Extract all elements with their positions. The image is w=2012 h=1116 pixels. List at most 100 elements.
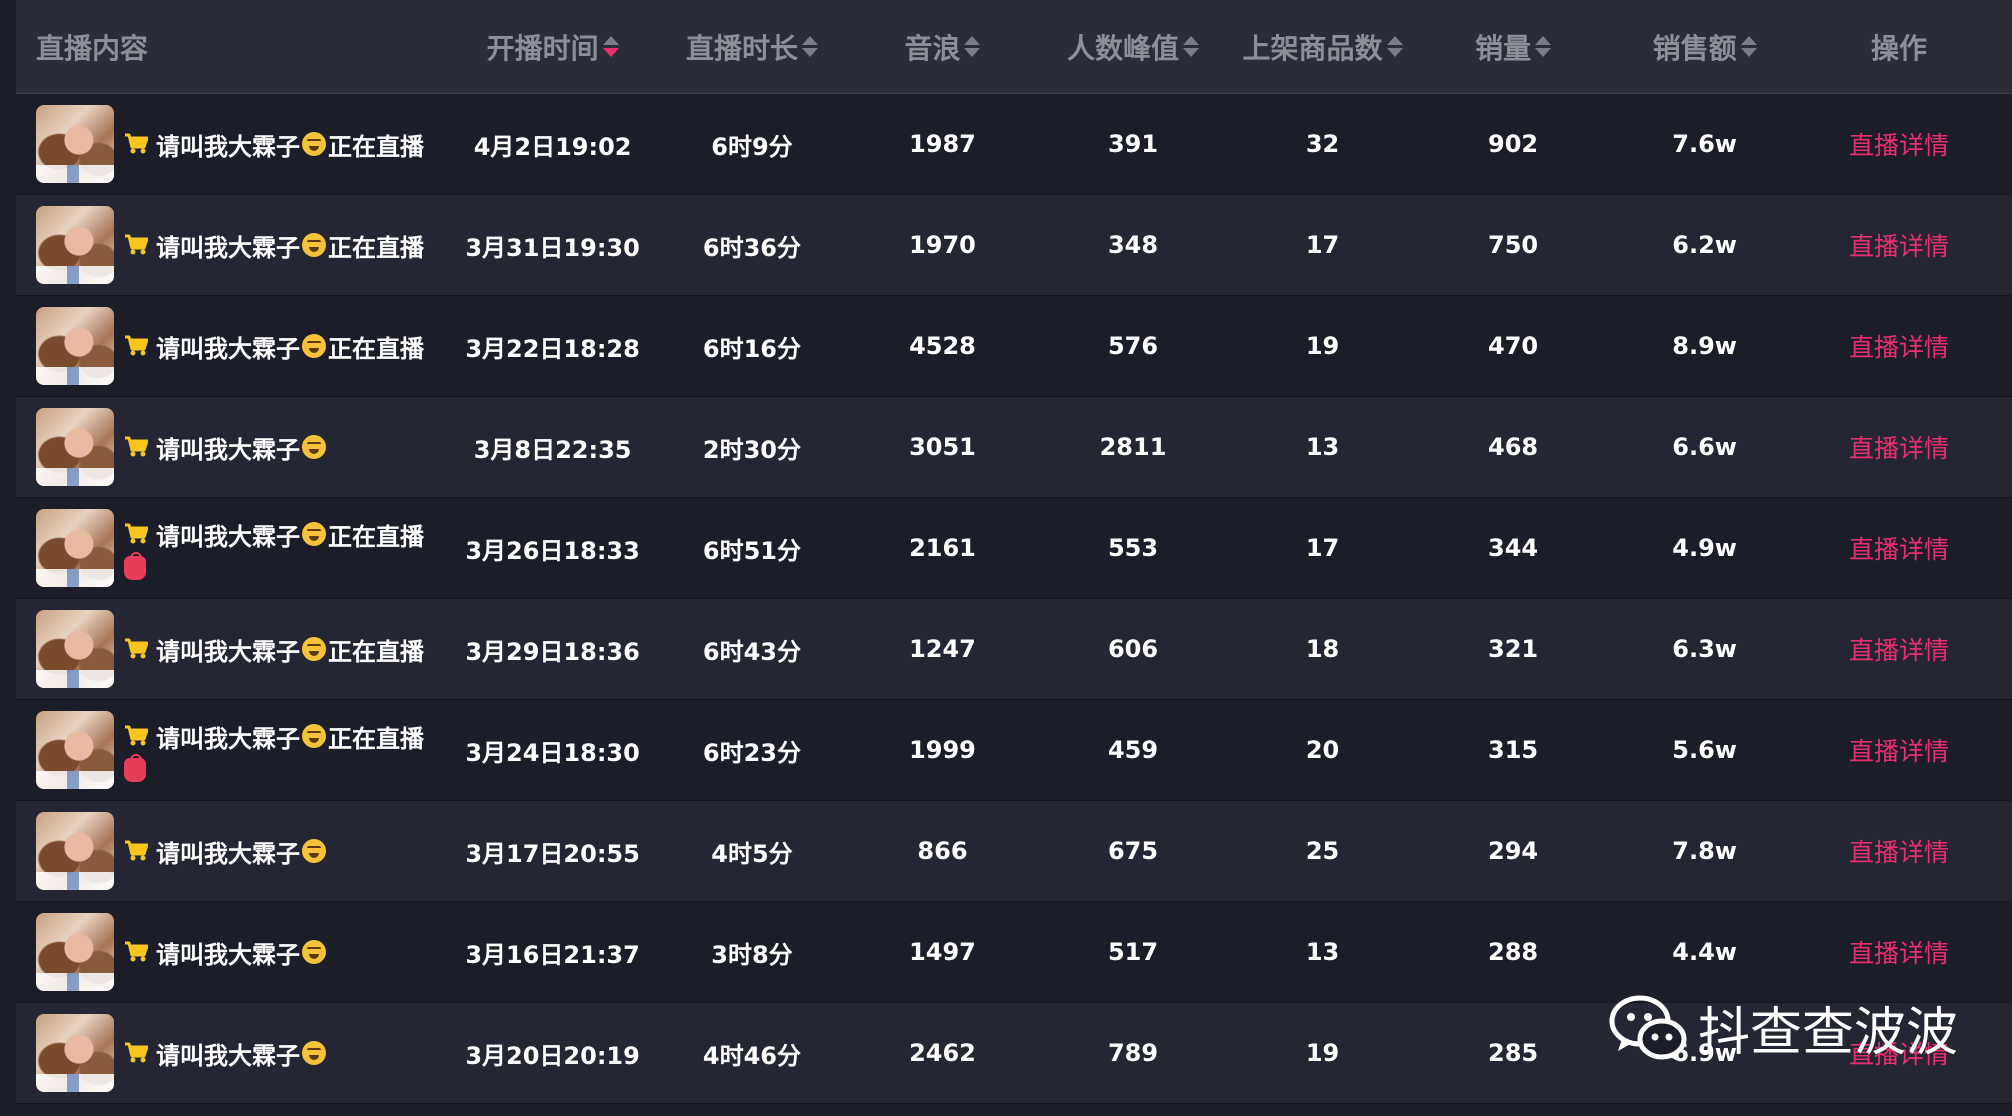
start-time: 3月31日19:30 (465, 233, 640, 262)
stream-content[interactable]: 请叫我大霖子 正在直播 (16, 610, 462, 688)
sound-wave: 1970 (909, 231, 976, 259)
table-row: 请叫我大霖子 正在直播 3月26日18:33 6时51分 2161 553 17 344 4.9… (16, 498, 2012, 599)
sort-arrows-icon[interactable] (602, 36, 619, 57)
revenue: 8.9w (1672, 332, 1737, 360)
stream-detail-link[interactable]: 直播详情 (1849, 631, 1949, 667)
stream-title[interactable]: 请叫我大霖子 (156, 517, 300, 552)
avatar[interactable] (36, 913, 114, 991)
product-count: 20 (1305, 736, 1340, 764)
stream-detail-link[interactable]: 直播详情 (1849, 530, 1949, 566)
laughing-emoji-icon (302, 637, 326, 661)
avatar[interactable] (36, 711, 114, 789)
stream-detail-link[interactable]: 直播详情 (1849, 732, 1949, 768)
start-time: 4月2日19:02 (473, 132, 632, 161)
shopping-cart-icon (125, 234, 148, 255)
stream-detail-link[interactable]: 直播详情 (1849, 429, 1949, 465)
sales-count: 902 (1488, 130, 1539, 158)
stream-title[interactable]: 请叫我大霖子 (156, 719, 300, 754)
sound-wave: 1999 (909, 736, 976, 764)
shopping-cart-icon (125, 436, 148, 457)
table-row: 请叫我大霖子 正在直播 4月2日19:02 6时9分 1987 391 32 902 7.6w 直… (16, 94, 2012, 195)
start-time: 3月17日20:55 (465, 839, 640, 868)
duration: 6时36分 (702, 233, 801, 262)
stream-content[interactable]: 请叫我大霖子 正在直播 (16, 105, 462, 183)
header-sales[interactable]: 销量 (1403, 27, 1623, 67)
table-row: 请叫我大霖子 正在直播 3月22日18:28 6时16分 4528 576 19 470 8.9… (16, 296, 2012, 397)
product-count: 19 (1305, 1039, 1340, 1067)
avatar[interactable] (36, 408, 114, 486)
header-products[interactable]: 上架商品数 (1242, 27, 1403, 67)
header-action: 操作 (1871, 31, 1928, 65)
header-duration[interactable]: 直播时长 (643, 27, 861, 67)
sort-arrows-icon[interactable] (801, 36, 818, 57)
avatar[interactable] (36, 105, 114, 183)
peak-viewers: 675 (1107, 837, 1159, 865)
header-peak-viewers[interactable]: 人数峰值 (1024, 27, 1242, 67)
stream-title-block: 请叫我大霖子 (124, 1036, 328, 1071)
stream-content[interactable]: 请叫我大霖子 正在直播 (16, 206, 462, 284)
stream-title[interactable]: 请叫我大霖子 (156, 632, 300, 667)
avatar[interactable] (36, 206, 114, 284)
stream-title[interactable]: 请叫我大霖子 (156, 1036, 300, 1071)
stream-title-block: 请叫我大霖子 正在直播 (124, 127, 424, 162)
stream-detail-link[interactable]: 直播详情 (1849, 328, 1949, 364)
sound-wave: 3051 (909, 433, 976, 461)
sales-count: 750 (1488, 231, 1539, 259)
start-time: 3月24日18:30 (465, 738, 640, 767)
stream-title[interactable]: 请叫我大霖子 (156, 430, 300, 465)
stream-detail-link[interactable]: 直播详情 (1849, 833, 1949, 869)
stream-title[interactable]: 请叫我大霖子 (156, 228, 300, 263)
sort-arrows-icon[interactable] (1535, 36, 1552, 57)
stream-detail-link[interactable]: 直播详情 (1849, 126, 1949, 162)
avatar[interactable] (36, 1014, 114, 1092)
stream-content[interactable]: 请叫我大霖子 (16, 812, 462, 890)
stream-title[interactable]: 请叫我大霖子 (156, 935, 300, 970)
stream-title[interactable]: 请叫我大霖子 (156, 834, 300, 869)
laughing-emoji-icon (302, 724, 326, 748)
peak-viewers: 517 (1107, 938, 1159, 966)
avatar[interactable] (36, 307, 114, 385)
sales-count: 344 (1488, 534, 1539, 562)
product-count: 25 (1305, 837, 1340, 865)
sort-arrows-icon[interactable] (964, 36, 981, 57)
stream-title[interactable]: 请叫我大霖子 (156, 329, 300, 364)
revenue: 4.9w (1672, 534, 1737, 562)
stream-content[interactable]: 请叫我大霖子 正在直播 (16, 711, 462, 789)
peak-viewers: 459 (1107, 736, 1159, 764)
header-sound-wave[interactable]: 音浪 (861, 27, 1024, 67)
sort-arrows-icon[interactable] (1386, 36, 1403, 57)
stream-detail-link[interactable]: 直播详情 (1849, 934, 1949, 970)
product-count: 17 (1305, 231, 1340, 259)
sort-arrows-icon[interactable] (1183, 36, 1200, 57)
peak-viewers: 789 (1107, 1039, 1159, 1067)
laughing-emoji-icon (302, 132, 326, 156)
avatar[interactable] (36, 509, 114, 587)
live-status: 正在直播 (328, 132, 424, 161)
stream-title-block: 请叫我大霖子 (124, 834, 328, 869)
header-revenue[interactable]: 销售额 (1623, 27, 1786, 67)
avatar[interactable] (36, 812, 114, 890)
stream-content[interactable]: 请叫我大霖子 (16, 1014, 462, 1092)
avatar[interactable] (36, 610, 114, 688)
table-body: 请叫我大霖子 正在直播 4月2日19:02 6时9分 1987 391 32 902 7.6w 直… (16, 94, 2012, 1104)
peak-viewers: 553 (1107, 534, 1159, 562)
table-row: 请叫我大霖子 3月8日22:35 2时30分 3051 2811 13 468 6.6w 直播详… (16, 397, 2012, 498)
shopping-cart-icon (125, 638, 148, 659)
revenue: 6.6w (1672, 433, 1737, 461)
stream-content[interactable]: 请叫我大霖子 (16, 913, 462, 991)
shopping-cart-icon (125, 840, 148, 861)
stream-title-block: 请叫我大霖子 正在直播 (124, 517, 424, 580)
stream-content[interactable]: 请叫我大霖子 (16, 408, 462, 486)
stream-title[interactable]: 请叫我大霖子 (156, 127, 300, 162)
stream-content[interactable]: 请叫我大霖子 正在直播 (16, 307, 462, 385)
stream-content[interactable]: 请叫我大霖子 正在直播 (16, 509, 462, 587)
laughing-emoji-icon (302, 233, 326, 257)
start-time: 3月20日20:19 (465, 1041, 640, 1070)
peak-viewers: 606 (1107, 635, 1159, 663)
sort-arrows-icon[interactable] (1740, 36, 1757, 57)
stream-detail-link[interactable]: 直播详情 (1849, 227, 1949, 263)
laughing-emoji-icon (302, 1041, 326, 1065)
duration: 4时46分 (702, 1041, 801, 1070)
sales-count: 470 (1488, 332, 1539, 360)
header-start-time[interactable]: 开播时间 (462, 27, 643, 67)
